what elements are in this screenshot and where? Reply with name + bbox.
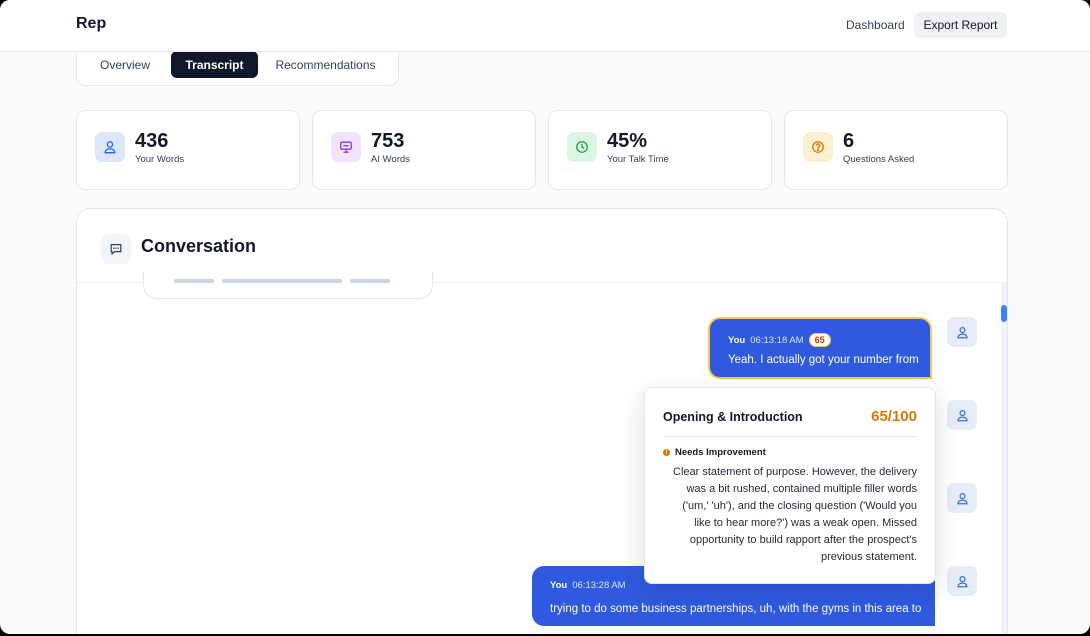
message-speaker: You bbox=[728, 334, 746, 346]
chat-icon bbox=[101, 234, 131, 264]
message-bubble-user[interactable]: You 06:13:18 AM 65 Yeah. I actually got … bbox=[708, 317, 932, 379]
feedback-score: 65/100 bbox=[871, 408, 917, 425]
message-meta: You 06:13:18 AM 65 bbox=[728, 333, 831, 347]
divider bbox=[663, 436, 917, 437]
warning-icon: ! bbox=[663, 449, 670, 456]
stat-value: 45% bbox=[607, 130, 648, 152]
feedback-body: Clear statement of purpose. However, the… bbox=[673, 466, 917, 563]
tab-transcript[interactable]: Transcript bbox=[171, 51, 258, 78]
user-avatar-icon bbox=[947, 317, 977, 347]
message-speaker: You bbox=[550, 580, 568, 591]
stat-value: 436 bbox=[135, 130, 169, 152]
user-avatar-icon bbox=[947, 483, 977, 513]
export-report-button[interactable]: Export Report bbox=[914, 12, 1007, 38]
clipped-text bbox=[174, 279, 390, 283]
message-meta: You 06:13:28 AM bbox=[550, 580, 626, 591]
feedback-status: ! Needs Improvement bbox=[663, 447, 766, 458]
stat-label: AI Words bbox=[371, 154, 410, 165]
feedback-tooltip: Opening & Introduction 65/100 ! Needs Im… bbox=[644, 387, 936, 584]
question-icon bbox=[803, 132, 833, 162]
stat-label: Your Talk Time bbox=[607, 154, 669, 165]
stat-value: 753 bbox=[371, 130, 405, 152]
stat-card-ai-words: 753 AI Words bbox=[312, 110, 536, 190]
message-time: 06:13:28 AM bbox=[572, 580, 626, 591]
user-avatar-icon bbox=[947, 400, 977, 430]
conversation-title: Conversation bbox=[141, 236, 257, 256]
stat-card-talk-time: 45% Your Talk Time bbox=[548, 110, 772, 190]
user-avatar-icon bbox=[947, 566, 977, 596]
app-window: Rep Dashboard Export Report Overview Tra… bbox=[0, 0, 1090, 634]
stat-card-questions: 6 Questions Asked bbox=[784, 110, 1008, 190]
message-text: trying to do some business partnerships,… bbox=[550, 603, 922, 615]
stat-value: 6 bbox=[843, 130, 855, 152]
tab-recommendations[interactable]: Recommendations bbox=[269, 51, 382, 78]
stat-card-your-words: 436 Your Words bbox=[76, 110, 300, 190]
user-icon bbox=[95, 132, 125, 162]
top-bar: Rep Dashboard Export Report bbox=[0, 0, 1090, 52]
message-text: Yeah. I actually got your number from bbox=[728, 354, 919, 366]
brand-logo[interactable]: Rep bbox=[76, 15, 106, 33]
scrollbar-track[interactable] bbox=[1001, 282, 1007, 634]
message-bubble-partial bbox=[143, 271, 433, 299]
score-badge[interactable]: 65 bbox=[808, 333, 831, 347]
tab-overview[interactable]: Overview bbox=[87, 51, 163, 78]
scrollbar-thumb[interactable] bbox=[1001, 305, 1007, 322]
feedback-status-label: Needs Improvement bbox=[675, 447, 766, 458]
stat-label: Your Words bbox=[135, 154, 185, 165]
dashboard-link[interactable]: Dashboard bbox=[846, 18, 905, 32]
clock-icon bbox=[567, 132, 597, 162]
feedback-title: Opening & Introduction bbox=[663, 410, 803, 424]
message-time: 06:13:18 AM bbox=[750, 334, 804, 346]
monitor-icon bbox=[331, 132, 361, 162]
stat-label: Questions Asked bbox=[843, 154, 915, 165]
